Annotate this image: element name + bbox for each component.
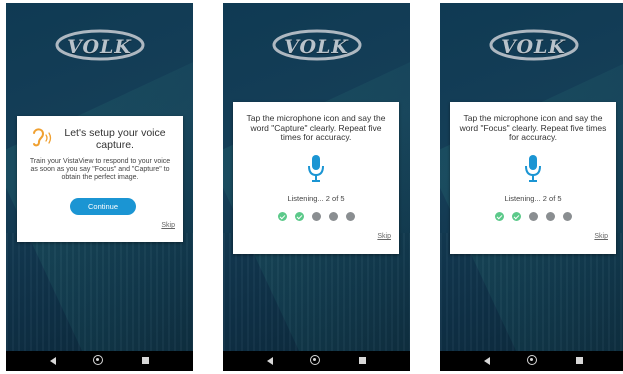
progress-dot-pending — [562, 212, 572, 221]
phone-screen-capture-training: VOLK Tap the microphone icon and say the… — [223, 3, 410, 371]
microphone-icon[interactable] — [524, 154, 542, 182]
progress-dots — [450, 212, 616, 230]
progress-dot-complete — [294, 212, 304, 221]
back-triangle-icon[interactable] — [484, 357, 490, 365]
android-nav-bar — [440, 351, 623, 371]
home-circle-icon[interactable] — [93, 355, 103, 365]
setup-dialog: Let's setup your voice capture. Train yo… — [17, 116, 183, 242]
progress-dot-complete — [277, 212, 287, 221]
ear-sound-icon — [33, 128, 52, 147]
volk-logo: VOLK — [271, 27, 363, 63]
home-circle-icon[interactable] — [310, 355, 320, 365]
capture-training-dialog: Tap the microphone icon and say the word… — [233, 102, 399, 254]
progress-dots — [233, 212, 399, 230]
listening-status: Listening... 2 of 5 — [504, 194, 562, 203]
focus-instruction: Tap the microphone icon and say the word… — [459, 113, 607, 142]
setup-description: Train your VistaView to respond to your … — [29, 158, 171, 181]
progress-dot-complete — [494, 212, 504, 221]
skip-link[interactable]: Skip — [594, 233, 608, 240]
listening-status: Listening... 2 of 5 — [287, 194, 345, 203]
back-triangle-icon[interactable] — [50, 357, 56, 365]
recent-apps-square-icon[interactable] — [359, 357, 366, 364]
android-nav-bar — [6, 351, 193, 371]
recent-apps-square-icon[interactable] — [142, 357, 149, 364]
home-circle-icon[interactable] — [527, 355, 537, 365]
continue-button[interactable]: Continue — [70, 198, 136, 215]
focus-training-dialog: Tap the microphone icon and say the word… — [450, 102, 616, 254]
capture-instruction: Tap the microphone icon and say the word… — [246, 113, 386, 142]
logo-text: VOLK — [67, 36, 132, 58]
volk-logo: VOLK — [488, 27, 580, 63]
volk-logo: VOLK — [54, 27, 146, 63]
progress-dot-pending — [328, 212, 338, 221]
android-nav-bar — [223, 351, 410, 371]
progress-dot-pending — [311, 212, 321, 221]
phone-screen-setup: VOLK Let's setup your voice capture. Tra… — [6, 3, 193, 371]
progress-dot-pending — [528, 212, 538, 221]
phone-screen-focus-training: VOLK Tap the microphone icon and say the… — [440, 3, 623, 371]
setup-title: Let's setup your voice capture. — [64, 127, 166, 151]
recent-apps-square-icon[interactable] — [576, 357, 583, 364]
logo-text: VOLK — [501, 36, 566, 58]
back-triangle-icon[interactable] — [267, 357, 273, 365]
skip-link[interactable]: Skip — [161, 222, 175, 229]
logo-text: VOLK — [284, 36, 349, 58]
microphone-icon[interactable] — [307, 154, 325, 182]
progress-dot-complete — [511, 212, 521, 221]
progress-dot-pending — [545, 212, 555, 221]
skip-link[interactable]: Skip — [377, 233, 391, 240]
progress-dot-pending — [345, 212, 355, 221]
